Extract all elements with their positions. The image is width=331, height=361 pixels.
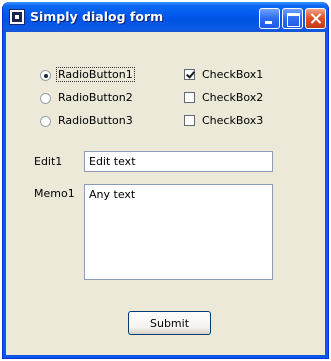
title-bar[interactable]: Simply dialog form <box>3 2 328 32</box>
checkbox-1[interactable] <box>184 69 195 80</box>
memo-textarea[interactable]: Any text <box>84 184 273 280</box>
window-title: Simply dialog form <box>30 9 164 24</box>
checkbox-2-label[interactable]: CheckBox2 <box>202 91 263 104</box>
checkbox-2[interactable] <box>184 92 195 103</box>
close-button[interactable] <box>305 8 326 29</box>
submit-button[interactable]: Submit <box>128 311 211 335</box>
edit-input[interactable] <box>84 151 273 172</box>
dialog-window: Simply dialog form RadioButton1 RadioBut… <box>2 2 329 359</box>
radio-button-1-label[interactable]: RadioButton1 <box>56 67 135 82</box>
radio-button-2[interactable] <box>40 93 51 104</box>
radio-button-2-label[interactable]: RadioButton2 <box>58 91 133 104</box>
radio-button-3-label[interactable]: RadioButton3 <box>58 114 133 127</box>
checkbox-3-label[interactable]: CheckBox3 <box>202 114 263 127</box>
app-icon <box>9 9 25 25</box>
edit-label: Edit1 <box>34 155 63 168</box>
memo-label: Memo1 <box>34 187 75 200</box>
radio-button-3[interactable] <box>40 116 51 127</box>
checkbox-3[interactable] <box>184 115 195 126</box>
maximize-button[interactable] <box>282 8 303 29</box>
minimize-button[interactable] <box>259 8 280 29</box>
checkbox-1-label[interactable]: CheckBox1 <box>202 68 263 81</box>
radio-button-1[interactable] <box>40 70 51 81</box>
